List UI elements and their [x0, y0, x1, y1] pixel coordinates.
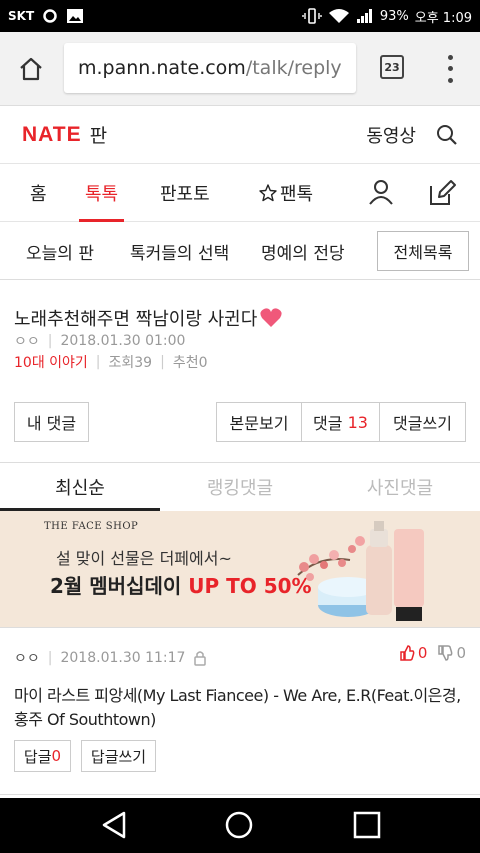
- url-host: m.pann.nate.com: [78, 57, 246, 79]
- search-button[interactable]: [436, 124, 458, 146]
- home-icon: [20, 57, 42, 80]
- comment-meta: ㅇㅇ | 2018.01.30 11:17: [14, 648, 207, 668]
- nav-pann-photo[interactable]: 판포토: [160, 164, 210, 222]
- write-reply-button[interactable]: 답글쓰기: [81, 740, 156, 772]
- sub-nav: 오늘의 판 톡커들의 선택 명예의 전당 전체목록: [0, 222, 480, 280]
- downvote-count: 0: [456, 644, 466, 662]
- upvote-count: 0: [417, 644, 428, 662]
- home-button[interactable]: [0, 32, 62, 106]
- write-comment-button[interactable]: 댓글쓰기: [380, 402, 466, 442]
- post-action-buttons: 본문보기 댓글 13 댓글쓰기: [216, 402, 466, 442]
- banner-brand: THE FACE SHOP: [44, 521, 139, 532]
- view-body-button[interactable]: 본문보기: [216, 402, 302, 442]
- nav-home[interactable]: 홈: [30, 164, 47, 222]
- sub-nav-tokker-choice[interactable]: 톡커들의 선택: [130, 222, 229, 280]
- sub-nav-hall-of-fame[interactable]: 명예의 전당: [261, 222, 345, 280]
- post-title-text: 노래추천해주면 짝남이랑 사귄다: [14, 309, 258, 330]
- circle-icon: [42, 8, 58, 24]
- comments-label: 댓글: [313, 414, 343, 433]
- write-button[interactable]: [427, 178, 457, 212]
- clock: 오후 1:09: [414, 10, 472, 26]
- carrier-label: SKT: [8, 9, 35, 23]
- post-date: 2018.01.30 01:00: [60, 333, 186, 349]
- url-bar[interactable]: m.pann.nate.com/talk/reply: [64, 43, 356, 93]
- video-link[interactable]: 동영상: [366, 122, 416, 148]
- post-views: 조회39: [108, 355, 153, 371]
- site-header: NATE 판 동영상: [0, 106, 480, 164]
- post-author: ㅇㅇ: [14, 334, 40, 350]
- sub-nav-today[interactable]: 오늘의 판: [26, 222, 94, 280]
- post-stats: 10대 이야기 | 조회39 | 추천0: [14, 352, 208, 372]
- banner-line2: 2월 멤버십데이 UP TO 50%: [50, 574, 312, 598]
- search-icon: [437, 124, 457, 145]
- back-icon: [102, 811, 126, 839]
- battery-percent: 93%: [379, 8, 409, 24]
- pann-section-title[interactable]: 판: [90, 121, 107, 148]
- my-comments-button[interactable]: 내 댓글: [14, 402, 89, 442]
- all-list-button[interactable]: 전체목록: [377, 231, 469, 271]
- comments-count: 13: [347, 412, 368, 432]
- nav-fan-talk-label: 팬톡: [280, 184, 314, 205]
- divider: [0, 794, 480, 795]
- edit-icon: [430, 180, 456, 205]
- post-meta: ㅇㅇ | 2018.01.30 01:00: [14, 333, 186, 350]
- downvote-button[interactable]: 0: [437, 644, 466, 662]
- nate-logo[interactable]: NATE: [22, 123, 82, 147]
- divider: [0, 627, 480, 628]
- post-recommends: 추천0: [172, 355, 208, 371]
- square-icon: [353, 811, 381, 839]
- upvote-button[interactable]: 0: [399, 644, 428, 662]
- overflow-menu-button[interactable]: [440, 52, 460, 86]
- vibrate-icon: [302, 8, 322, 24]
- post-category[interactable]: 10대 이야기: [14, 352, 88, 372]
- reply-button[interactable]: 답글 0: [14, 740, 71, 772]
- android-nav-bar: [0, 798, 480, 853]
- post-title[interactable]: 노래추천해주면 짝남이랑 사귄다: [14, 305, 283, 331]
- back-button[interactable]: [100, 810, 128, 844]
- signal-icon: [356, 8, 374, 24]
- heart-icon: [260, 308, 282, 327]
- image-icon: [66, 8, 84, 24]
- nav-fan-talk[interactable]: 팬톡: [258, 164, 313, 222]
- circle-home-icon: [225, 811, 253, 839]
- url-path: /talk/reply: [245, 57, 342, 79]
- thumbs-down-icon: [438, 645, 453, 661]
- tab-ranking[interactable]: 랭킹댓글: [160, 463, 320, 511]
- tab-latest[interactable]: 최신순: [0, 463, 160, 511]
- comment-date: 2018.01.30 11:17: [60, 650, 186, 666]
- ad-banner[interactable]: THE FACE SHOP 설 맞이 선물은 더페에서~ 2월 멤버십데이 UP…: [0, 511, 480, 627]
- status-bar: SKT 93% 오후 1:09: [0, 0, 480, 32]
- comment-text: 마이 라스트 피앙세(My Last Fiancee) - We Are, E.…: [14, 686, 461, 729]
- person-icon: [369, 180, 393, 205]
- reply-label: 답글: [23, 747, 52, 766]
- lock-icon: [194, 651, 207, 666]
- main-nav: 홈 톡톡 판포토 팬톡: [0, 164, 480, 222]
- banner-line1: 설 맞이 선물은 더페에서~: [56, 549, 232, 568]
- browser-toolbar: m.pann.nate.com/talk/reply 23: [0, 32, 480, 106]
- tab-photo[interactable]: 사진댓글: [320, 463, 480, 511]
- nav-toktok[interactable]: 톡톡: [78, 164, 125, 222]
- wifi-icon: [328, 8, 350, 24]
- reply-count: 0: [51, 747, 62, 765]
- star-icon: [259, 184, 277, 202]
- comments-button[interactable]: 댓글 13: [302, 402, 380, 442]
- home-nav-button[interactable]: [224, 810, 254, 844]
- comment-sort-tabs: 최신순 랭킹댓글 사진댓글: [0, 463, 480, 511]
- comment-votes: 0 0: [399, 644, 466, 662]
- comment-author: ㅇㅇ: [14, 651, 40, 667]
- profile-button[interactable]: [367, 178, 395, 210]
- thumbs-up-icon: [400, 645, 415, 661]
- recents-button[interactable]: [352, 810, 382, 844]
- tab-switcher-button[interactable]: 23: [380, 55, 404, 79]
- cosmetics-image: [297, 521, 424, 621]
